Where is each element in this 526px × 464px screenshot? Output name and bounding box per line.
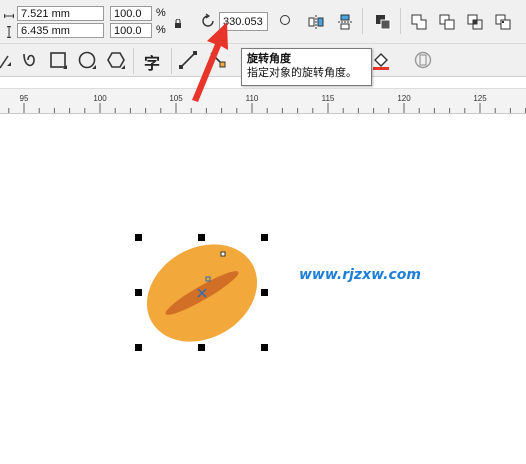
weld-icon[interactable]	[408, 11, 430, 33]
separator	[133, 48, 134, 74]
ruler-label: 110	[246, 94, 259, 103]
width-icon	[3, 8, 15, 26]
width-field[interactable]: 7.521 mm	[17, 6, 104, 21]
horizontal-ruler: 95 100 105 110 115 120 125	[0, 88, 526, 114]
separator	[400, 8, 401, 34]
ruler-label: 95	[20, 94, 29, 103]
rectangle-tool-icon[interactable]	[47, 49, 69, 71]
tooltip-description: 指定对象的旋转角度。	[247, 67, 357, 79]
rotation-tooltip: 旋转角度 指定对象的旋转角度。	[241, 48, 372, 86]
ellipse-tool-icon[interactable]	[76, 49, 98, 71]
freehand-tool-icon[interactable]	[0, 50, 12, 75]
degree-icon	[280, 15, 290, 25]
rotation-node[interactable]	[220, 251, 226, 257]
ruler-label: 120	[397, 94, 411, 103]
polygon-tool-icon[interactable]	[105, 49, 127, 71]
trim-icon[interactable]	[436, 11, 458, 33]
intersect-icon[interactable]	[464, 11, 486, 33]
ruler-label: 115	[322, 94, 335, 103]
scale-y-field[interactable]: 100.0	[110, 23, 152, 38]
separator	[362, 8, 363, 34]
ruler-label: 125	[473, 94, 487, 103]
simplify-icon[interactable]	[492, 11, 514, 33]
mirror-vertical-icon[interactable]	[334, 11, 356, 33]
ruler-label: 100	[93, 94, 107, 103]
red-arrow-annotation	[192, 22, 228, 102]
fill-tool-icon[interactable]	[370, 49, 392, 71]
selection-handle-top-right[interactable]	[261, 234, 268, 241]
scale-x-field[interactable]: 100.0	[110, 6, 152, 21]
selection-handle-bottom-left[interactable]	[135, 344, 142, 351]
selection-handle-bottom-center[interactable]	[198, 344, 205, 351]
mirror-horizontal-icon[interactable]	[305, 11, 327, 33]
height-icon	[4, 25, 14, 43]
ruler-ticks: 95 100 105 110 115 120 125	[8, 94, 526, 113]
selection-handle-middle-left[interactable]	[135, 289, 142, 296]
separator	[171, 48, 172, 74]
height-field[interactable]: 6.435 mm	[17, 23, 104, 38]
group-icon[interactable]	[372, 11, 394, 33]
selection-handle-top-left[interactable]	[135, 234, 142, 241]
text-tool-icon[interactable]: 字	[144, 50, 160, 74]
percent-label-y: %	[156, 24, 166, 36]
transparency-tool-icon[interactable]	[412, 49, 434, 71]
selection-handle-bottom-right[interactable]	[261, 344, 268, 351]
selection-handle-top-center[interactable]	[198, 234, 205, 241]
curve-tool-icon[interactable]	[18, 49, 40, 71]
percent-label-x: %	[156, 7, 166, 19]
watermark-text: www.rjzxw.com	[299, 267, 421, 283]
tooltip-title: 旋转角度	[247, 53, 291, 65]
selection-handle-middle-right[interactable]	[261, 289, 268, 296]
